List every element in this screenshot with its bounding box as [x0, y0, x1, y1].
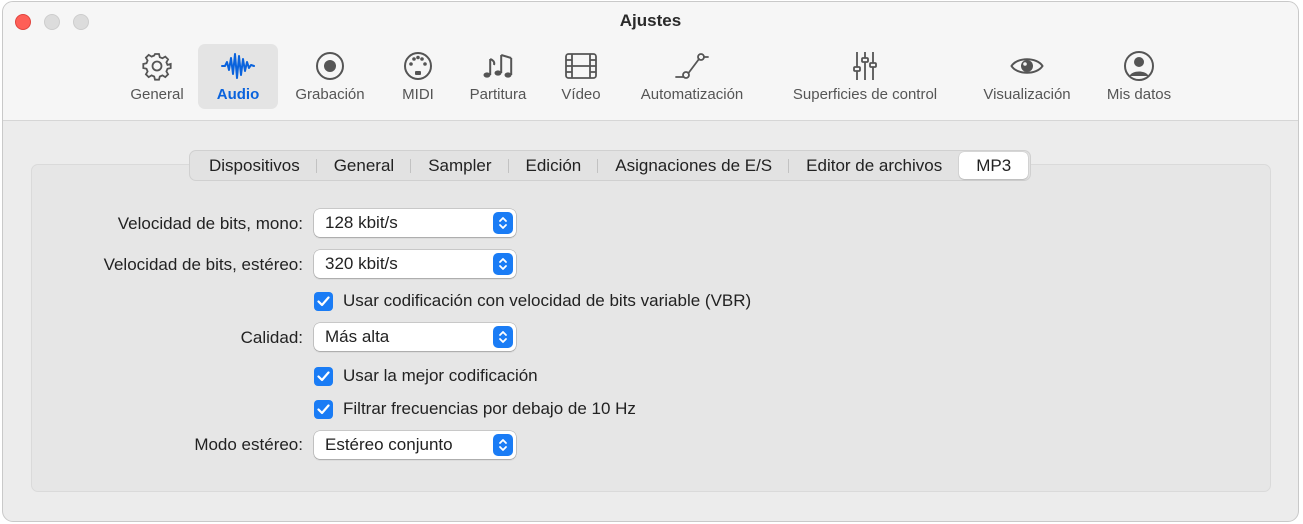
toolbar-label: MIDI	[402, 86, 434, 103]
best-encoding-checkbox-row[interactable]: Usar la mejor codificación	[314, 366, 538, 386]
vbr-checkbox[interactable]	[314, 291, 333, 311]
stereo-mode-label: Modo estéreo:	[194, 435, 303, 454]
toolbar-label: Audio	[216, 86, 260, 103]
automation-curve-icon	[675, 53, 709, 79]
popup-value: 128 kbit/s	[325, 213, 398, 232]
toolbar-mis-datos[interactable]: Mis datos	[1097, 44, 1181, 109]
toolbar-midi[interactable]: MIDI	[393, 44, 443, 109]
eye-icon	[1010, 58, 1044, 74]
toolbar-audio[interactable]: Audio	[198, 44, 278, 109]
toolbar-visualizacion[interactable]: Visualización	[972, 44, 1082, 109]
toolbar-superficies-de-control[interactable]: Superficies de control	[774, 44, 956, 109]
bitrate-mono-label: Velocidad de bits, mono:	[117, 214, 303, 233]
music-notes-icon	[483, 54, 513, 78]
bitrate-mono-popup[interactable]: 128 kbit/s	[314, 209, 516, 237]
faders-icon	[853, 52, 877, 80]
filter-label: Filtrar frecuencias por debajo de 10 Hz	[343, 399, 636, 418]
tab-dispositivos[interactable]: Dispositivos	[192, 152, 317, 179]
settings-window: Ajustes General Audio Grabación MIDI Par…	[2, 1, 1299, 522]
toolbar-label: Grabación	[295, 86, 365, 103]
title-bar: Ajustes General Audio Grabación MIDI Par…	[3, 2, 1298, 121]
best-encoding-checkbox[interactable]	[314, 366, 333, 386]
toolbar-label: Automatización	[640, 86, 744, 103]
checkmark-icon	[317, 403, 330, 414]
toolbar-label: Visualización	[983, 86, 1071, 103]
tab-editor-de-archivos[interactable]: Editor de archivos	[789, 152, 959, 179]
popup-value: Estéreo conjunto	[325, 435, 453, 454]
person-icon	[1124, 51, 1154, 81]
toolbar-automatizacion[interactable]: Automatización	[629, 44, 755, 109]
toolbar-label: General	[130, 86, 184, 103]
vbr-checkbox-row[interactable]: Usar codificación con velocidad de bits …	[314, 291, 751, 311]
toolbar-label: Superficies de control	[792, 86, 938, 103]
popup-value: 320 kbit/s	[325, 254, 398, 273]
bitrate-stereo-popup[interactable]: 320 kbit/s	[314, 250, 516, 278]
chevron-updown-icon	[493, 326, 513, 348]
toolbar-general[interactable]: General	[121, 44, 193, 109]
tab-edicion[interactable]: Edición	[509, 152, 599, 179]
checkmark-icon	[317, 370, 330, 381]
filter-checkbox-row[interactable]: Filtrar frecuencias por debajo de 10 Hz	[314, 399, 636, 419]
tab-bar: Dispositivos General Sampler Edición Asi…	[189, 150, 1032, 181]
tab-sampler[interactable]: Sampler	[411, 152, 509, 179]
toolbar-video[interactable]: Vídeo	[551, 44, 611, 109]
popup-value: Más alta	[325, 327, 390, 346]
bitrate-stereo-label: Velocidad de bits, estéreo:	[103, 255, 303, 274]
vbr-label: Usar codificación con velocidad de bits …	[343, 291, 752, 310]
film-icon	[565, 53, 597, 79]
filter-checkbox[interactable]	[314, 399, 333, 419]
waveform-icon	[221, 53, 255, 79]
midi-port-icon	[404, 52, 432, 80]
tab-general[interactable]: General	[317, 152, 412, 179]
chevron-updown-icon	[493, 253, 513, 275]
toolbar-label: Vídeo	[561, 86, 601, 103]
tab-mp3[interactable]: MP3	[959, 152, 1029, 179]
window-title: Ajustes	[619, 11, 682, 30]
toolbar-grabacion[interactable]: Grabación	[287, 44, 373, 109]
record-icon	[316, 52, 344, 80]
stereo-mode-popup[interactable]: Estéreo conjunto	[314, 431, 516, 459]
best-encoding-label: Usar la mejor codificación	[343, 366, 538, 385]
toolbar-label: Mis datos	[1106, 86, 1172, 103]
gear-icon	[142, 53, 172, 81]
checkmark-icon	[317, 295, 330, 306]
chevron-updown-icon	[493, 212, 513, 234]
toolbar-partitura[interactable]: Partitura	[459, 44, 537, 109]
tab-asignaciones-es[interactable]: Asignaciones de E/S	[598, 152, 790, 179]
toolbar-label: Partitura	[469, 86, 527, 103]
chevron-updown-icon	[493, 434, 513, 456]
quality-popup[interactable]: Más alta	[314, 323, 516, 351]
quality-label: Calidad:	[240, 328, 303, 347]
